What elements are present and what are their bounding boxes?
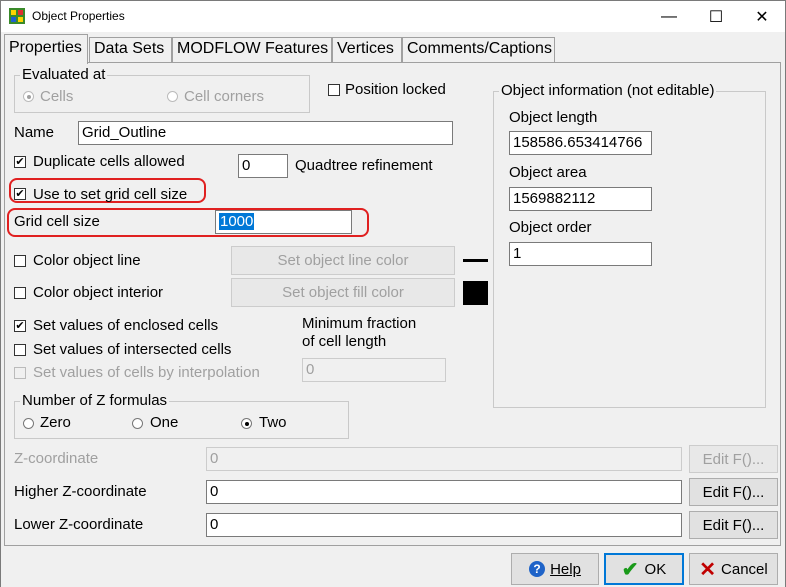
cancel-label: Cancel [721,560,768,578]
checkmark-icon: ✔ [15,188,25,200]
ok-label: OK [644,560,667,578]
color-line-checkbox[interactable] [14,255,26,267]
object-area-label: Object area [509,164,587,181]
tab-data-sets[interactable]: Data Sets [89,37,172,63]
app-icon [9,8,25,24]
tab-vertices[interactable]: Vertices [332,37,402,63]
checkmark-icon: ✔ [621,558,639,581]
min-fraction-input[interactable]: 0 [302,358,446,382]
duplicate-cells-label: Duplicate cells allowed [33,153,185,170]
object-area-value: 1569882112 [509,187,652,211]
radio-cell-corners[interactable] [167,91,178,102]
use-grid-cell-size-label: Use to set grid cell size [33,186,188,203]
z-coordinate-edit-button[interactable]: Edit F()... [689,445,778,473]
use-grid-cell-size-checkbox[interactable]: ✔ [14,188,26,200]
lower-z-label: Lower Z-coordinate [14,516,144,533]
min-fraction-label-1: Minimum fraction [302,315,417,332]
quadtree-input[interactable]: 0 [238,154,288,178]
interpolation-label: Set values of cells by interpolation [33,364,260,381]
higher-z-label: Higher Z-coordinate [14,483,147,500]
set-line-color-button[interactable]: Set object line color [231,246,455,275]
radio-zero[interactable] [23,418,34,429]
higher-z-input[interactable]: 0 [206,480,682,504]
radio-two-label: Two [259,414,287,431]
color-line-label: Color object line [33,252,141,269]
radio-cells[interactable] [23,91,34,102]
radio-two[interactable] [241,418,252,429]
checkmark-icon: ✔ [15,320,25,332]
minimize-icon: — [661,7,677,25]
maximize-icon: ☐ [708,8,724,26]
name-label: Name [14,124,55,141]
lower-z-input[interactable]: 0 [206,513,682,537]
line-color-swatch [463,259,488,262]
object-length-label: Object length [509,109,598,126]
object-order-value: 1 [509,242,652,266]
color-interior-checkbox[interactable] [14,287,26,299]
position-locked-checkbox[interactable] [328,84,340,96]
tab-modflow-features[interactable]: MODFLOW Features [172,37,332,63]
quadtree-label: Quadtree refinement [295,157,433,174]
fill-color-swatch [463,281,488,305]
z-coordinate-input[interactable]: 0 [206,447,682,471]
tab-properties[interactable]: Properties [4,34,88,64]
intersected-cells-label: Set values of intersected cells [33,341,232,358]
help-label: Help [550,560,581,578]
duplicate-cells-checkbox[interactable]: ✔ [14,156,26,168]
evaluated-at-legend: Evaluated at [20,66,108,83]
radio-cell-corners-label: Cell corners [184,88,265,105]
enclosed-cells-checkbox[interactable]: ✔ [14,320,26,332]
object-info-legend: Object information (not editable) [499,82,717,99]
object-length-value: 158586.653414766 [509,131,652,155]
checkmark-icon: ✔ [15,156,25,168]
higher-z-edit-button[interactable]: Edit F()... [689,478,778,506]
tab-strip: Properties Data Sets MODFLOW Features Ve… [1,32,785,64]
intersected-cells-checkbox[interactable] [14,344,26,356]
min-fraction-label-2: of cell length [302,333,387,350]
z-coordinate-label: Z-coordinate [14,450,99,467]
radio-zero-label: Zero [40,414,71,431]
color-interior-label: Color object interior [33,284,164,301]
help-button[interactable]: ? Help [511,553,599,585]
tab-comments-captions[interactable]: Comments/Captions [402,37,555,63]
help-icon: ? [529,561,546,577]
cancel-x-icon: ✕ [699,558,717,581]
object-properties-dialog: Object Properties — ☐ ✕ Properties Data … [0,0,786,587]
enclosed-cells-label: Set values of enclosed cells [33,317,219,334]
lower-z-edit-button[interactable]: Edit F()... [689,511,778,539]
position-locked-label: Position locked [345,81,446,98]
interpolation-checkbox[interactable] [14,367,26,379]
radio-cells-label: Cells [40,88,74,105]
set-fill-color-button[interactable]: Set object fill color [231,278,455,307]
window-title: Object Properties [32,9,125,23]
title-bar[interactable]: Object Properties — ☐ ✕ [1,1,785,32]
close-icon: ✕ [755,8,769,26]
object-order-label: Object order [509,219,592,236]
radio-one[interactable] [132,418,143,429]
z-formulas-legend: Number of Z formulas [20,392,170,409]
maximize-button[interactable]: ☐ [693,1,739,32]
grid-cell-size-input[interactable]: 1000 [215,210,352,234]
name-input[interactable]: Grid_Outline [78,121,453,145]
cancel-button[interactable]: ✕ Cancel [689,553,778,585]
grid-cell-size-label: Grid cell size [14,213,100,230]
close-button[interactable]: ✕ [739,1,785,32]
grid-cell-size-value: 1000 [219,213,255,230]
ok-button[interactable]: ✔ OK [604,553,684,585]
radio-one-label: One [150,414,179,431]
minimize-button[interactable]: — [646,1,692,32]
